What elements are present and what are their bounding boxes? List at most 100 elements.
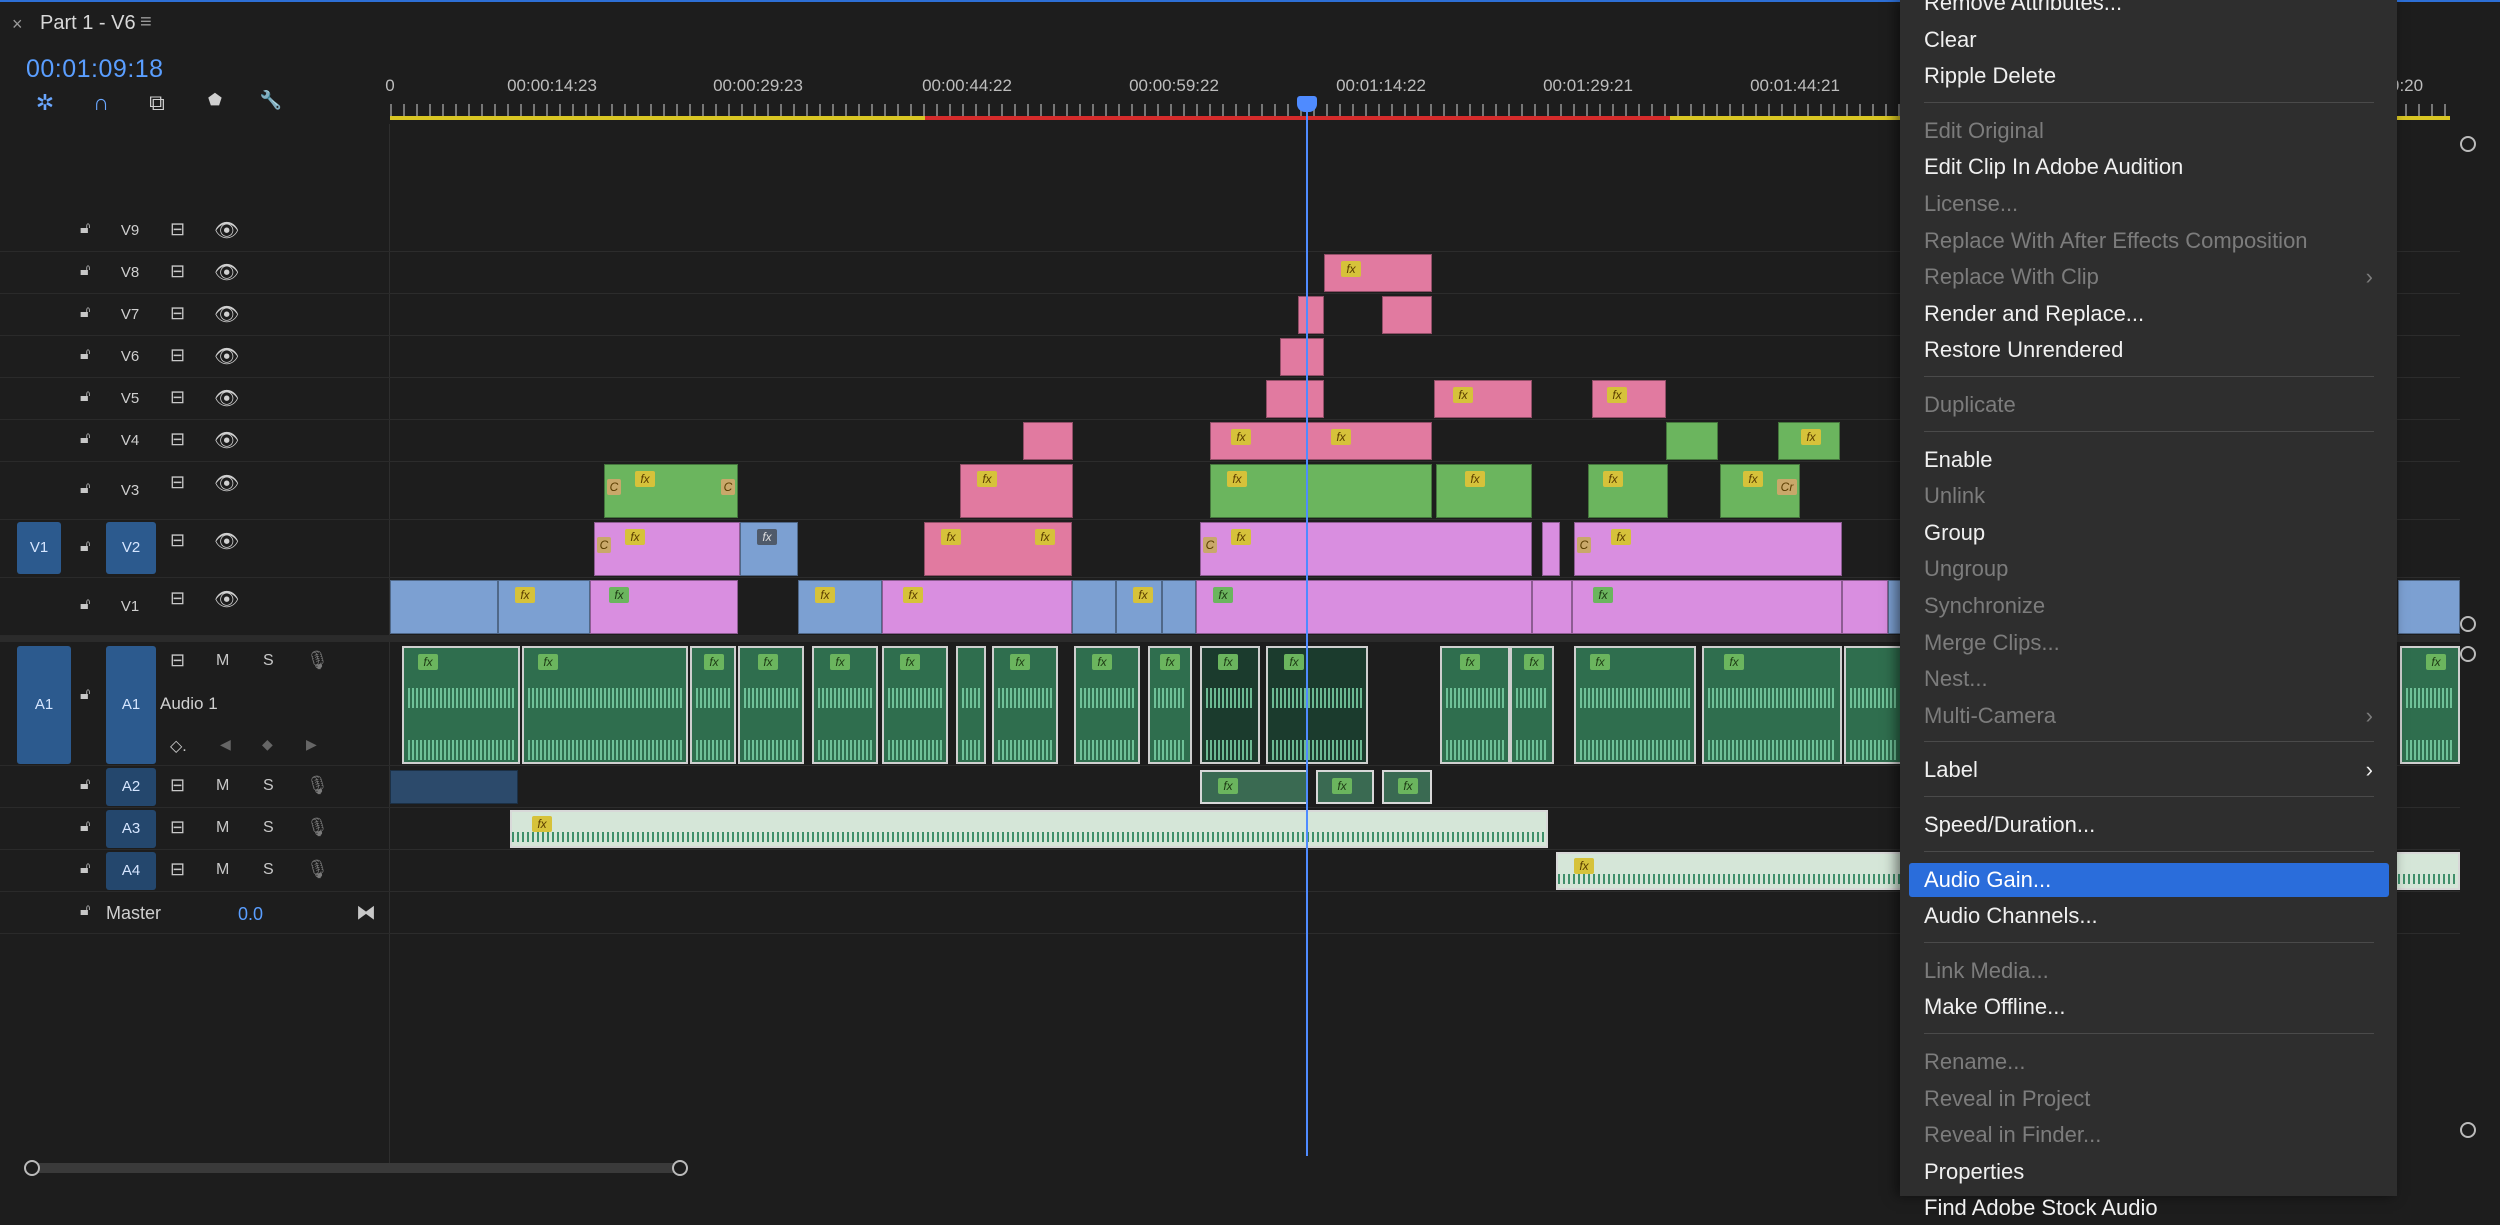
audio-clip[interactable]: fx [812,646,878,764]
audio-clip[interactable]: fx [510,810,1548,848]
voiceover-record-icon[interactable]: 🎙︎ [306,817,329,838]
menu-item-clear[interactable]: Clear [1900,23,2397,57]
video-clip[interactable]: fx [1588,464,1668,518]
sync-lock-icon[interactable]: ⊟ [170,650,185,671]
audio-clip[interactable]: fx [2400,646,2460,764]
audio-clip[interactable]: fx [738,646,804,764]
menu-item-label[interactable]: Label › [1900,753,2397,787]
snap-in-sequence-icon[interactable]: ✲ [30,90,60,120]
audio-clip[interactable]: fx [992,646,1058,764]
toggle-output-eye-icon[interactable]: 👁︎ [214,471,239,496]
mute-button[interactable]: M [216,777,229,795]
wrench-settings-icon[interactable]: 🔧 [256,90,286,120]
track-lock-icon[interactable]: 🔓︎ [80,860,90,878]
toggle-output-eye-icon[interactable]: 👁︎ [214,344,239,369]
sync-lock-icon[interactable]: ⊟ [170,429,185,450]
scroll-handle-right[interactable] [672,1160,688,1176]
add-marker-icon[interactable]: ⬟ [200,90,230,120]
master-volume-value[interactable]: 0.0 [238,904,263,925]
video-clip[interactable]: fx [1434,380,1532,418]
menu-item-render-and-replace[interactable]: Render and Replace... [1900,297,2397,331]
video-clip[interactable] [1072,580,1116,634]
video-clip[interactable] [1298,296,1324,334]
video-clip[interactable]: fx C [1574,522,1842,576]
menu-item-find-adobe-stock-audio[interactable]: Find Adobe Stock Audio [1900,1191,2397,1225]
sync-lock-icon[interactable]: ⊟ [170,859,185,880]
mute-button[interactable]: M [216,861,229,879]
track-lock-icon[interactable]: 🔓︎ [80,262,90,280]
track-lock-icon[interactable]: 🔓︎ [80,538,90,556]
menu-item-remove-attributes[interactable]: Remove Attributes... [1900,0,2397,20]
video-clip[interactable]: fx C [594,522,740,576]
menu-item-properties[interactable]: Properties [1900,1155,2397,1189]
audio-clip[interactable]: fx [1316,770,1374,804]
track-lock-icon[interactable]: 🔓︎ [80,902,90,920]
track-lock-icon[interactable]: 🔓︎ [80,346,90,364]
audio-vscroll-top-handle[interactable] [2460,646,2476,662]
track-lock-icon[interactable]: 🔓︎ [80,686,90,704]
panel-menu-icon[interactable]: ≡ [140,11,152,34]
video-clip[interactable]: fx [1210,464,1432,518]
audio-clip[interactable] [390,770,518,804]
add-keyframe-icon[interactable]: ◆ [262,736,273,753]
sync-lock-icon[interactable]: ⊟ [170,775,185,796]
video-clip[interactable]: fx [1778,422,1840,460]
sync-lock-icon[interactable]: ⊟ [170,472,185,493]
sync-lock-icon[interactable]: ⊟ [170,219,185,240]
video-clip[interactable]: fx [1196,580,1532,634]
solo-button[interactable]: S [263,861,274,879]
video-clip[interactable] [1382,296,1432,334]
toggle-output-eye-icon[interactable]: 👁︎ [214,386,239,411]
video-clip[interactable] [1542,522,1560,576]
track-target-a3[interactable]: A3 [106,810,156,848]
audio-clip[interactable]: fx [1148,646,1192,764]
video-clip[interactable]: fx [1592,380,1666,418]
toggle-output-eye-icon[interactable]: 👁︎ [214,218,239,243]
menu-item-speed-duration[interactable]: Speed/Duration... [1900,808,2397,842]
video-clip[interactable] [2398,580,2460,634]
sync-lock-icon[interactable]: ⊟ [170,261,185,282]
track-lock-icon[interactable]: 🔓︎ [80,220,90,238]
video-vscroll-bottom-handle[interactable] [2460,616,2476,632]
voiceover-record-icon[interactable]: 🎙︎ [306,859,329,880]
video-clip[interactable]: fx [1116,580,1162,634]
track-lock-icon[interactable]: 🔓︎ [80,776,90,794]
audio-clip[interactable]: fx [1200,646,1260,764]
menu-item-audio-channels[interactable]: Audio Channels... [1900,899,2397,933]
keyframe-toggle-icon[interactable]: ◇. [170,736,187,756]
video-clip[interactable]: fx [1436,464,1532,518]
close-panel-icon[interactable]: × [12,14,23,35]
track-lock-icon[interactable]: 🔓︎ [80,596,90,614]
master-options-icon[interactable]: ⧓ [356,900,376,925]
track-target-a2[interactable]: A2 [106,768,156,806]
toggle-output-eye-icon[interactable]: 👁︎ [214,302,239,327]
toggle-output-eye-icon[interactable]: 👁︎ [214,587,239,612]
video-clip[interactable]: fx [798,580,882,634]
audio-clip[interactable]: fx [1440,646,1510,764]
horizontal-scrollbar[interactable] [30,1163,680,1173]
menu-item-edit-clip-in-adobe-audition[interactable]: Edit Clip In Adobe Audition [1900,150,2397,184]
track-target-v2[interactable]: V2 [106,522,156,574]
audio-clip[interactable]: fx [1266,646,1368,764]
audio-clip[interactable] [1844,646,1902,764]
playhead-handle[interactable] [1297,96,1317,112]
mute-button[interactable]: M [216,819,229,837]
video-clip[interactable]: fx fx [1210,422,1432,460]
video-clip[interactable]: fx Cr [1720,464,1800,518]
audio-clip[interactable]: fx [522,646,688,764]
video-clip[interactable]: fx C [1200,522,1532,576]
video-clip[interactable] [1280,338,1324,376]
audio-clip[interactable]: fx [1200,770,1308,804]
video-clip[interactable] [1532,580,1572,634]
audio-clip[interactable]: fx [1510,646,1554,764]
voiceover-record-icon[interactable]: 🎙︎ [306,650,329,671]
video-clip[interactable] [1266,380,1324,418]
playhead-timecode[interactable]: 00:01:09:18 [26,55,164,84]
track-target-a4[interactable]: A4 [106,852,156,890]
video-clip[interactable] [1023,422,1073,460]
sync-lock-icon[interactable]: ⊟ [170,530,185,551]
sync-lock-icon[interactable]: ⊟ [170,303,185,324]
toggle-output-eye-icon[interactable]: 👁︎ [214,428,239,453]
source-patch-v1[interactable]: V1 [17,522,61,574]
linked-selection-icon[interactable]: ⧉ [142,90,172,120]
